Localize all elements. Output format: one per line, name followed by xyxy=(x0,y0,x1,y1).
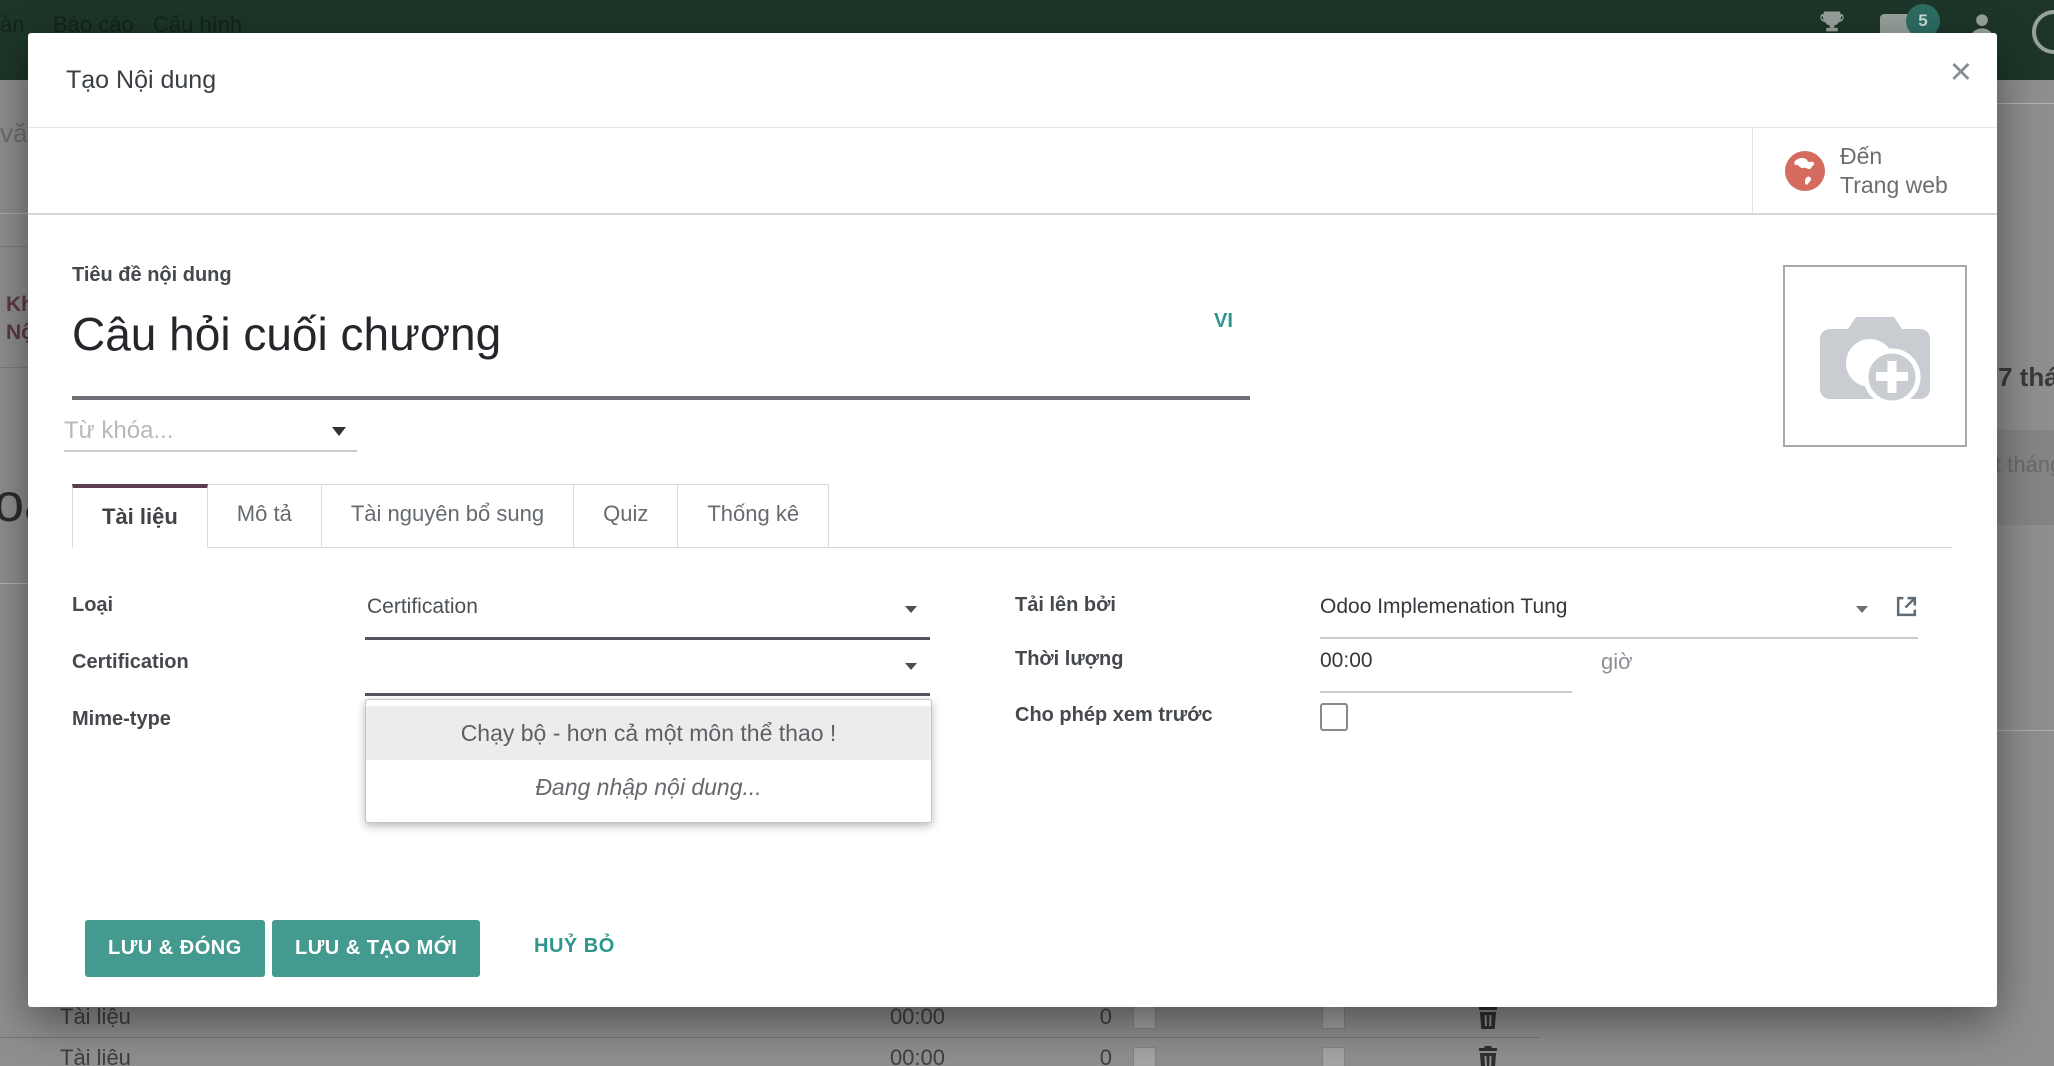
chevron-down-icon xyxy=(332,427,346,436)
type-select[interactable]: Certification xyxy=(367,595,478,619)
bg-date-partial: 7 thá xyxy=(1998,362,2054,393)
bg-divider xyxy=(0,246,28,247)
bg-divider xyxy=(0,367,28,368)
external-link-icon[interactable] xyxy=(1894,594,1919,624)
chevron-down-icon[interactable] xyxy=(905,663,917,670)
language-badge[interactable]: VI xyxy=(1214,310,1233,333)
table-row: Tài liệu 00:00 0 xyxy=(0,1037,1540,1066)
clock-icon xyxy=(2032,10,2054,54)
trash-icon xyxy=(1478,1005,1498,1034)
certification-underline xyxy=(365,693,930,696)
tab-quiz[interactable]: Quiz xyxy=(573,484,678,548)
title-input[interactable]: Câu hỏi cuối chương xyxy=(72,307,501,361)
bg-divider xyxy=(0,213,28,214)
statusbar-divider xyxy=(28,213,1997,215)
allow-preview-label: Cho phép xem trước xyxy=(1015,704,1213,727)
save-close-button[interactable]: LƯU & ĐÓNG xyxy=(85,920,265,977)
duration-input[interactable]: 00:00 xyxy=(1320,649,1373,673)
tab-tài-nguyên-bổ-sung[interactable]: Tài nguyên bổ sung xyxy=(321,484,574,548)
row-checkbox xyxy=(1133,1047,1156,1066)
chevron-down-icon[interactable] xyxy=(905,606,917,613)
globe-icon xyxy=(1785,151,1825,191)
close-icon[interactable]: ✕ xyxy=(1949,59,1973,88)
table-cell: 0 xyxy=(1050,1038,1112,1066)
tab-tài-liệu[interactable]: Tài liệu xyxy=(72,484,208,548)
title-label: Tiêu đề nội dung xyxy=(72,264,232,287)
duration-label: Thời lượng xyxy=(1015,648,1123,671)
notebook-tabs: Tài liệuMô tảTài nguyên bổ sungQuizThống… xyxy=(72,484,828,548)
title-underline xyxy=(72,396,1250,400)
save-new-button[interactable]: LƯU & TẠO MỚI xyxy=(272,920,480,977)
screen: àn Báo cáo Cấu hình 5 văn Kh Nộ oa 7 thá… xyxy=(0,0,2054,1066)
mime-type-label: Mime-type xyxy=(72,708,171,731)
header-divider xyxy=(28,127,1997,128)
uploaded-by-select[interactable]: Odoo Implemenation Tung xyxy=(1320,595,1568,619)
dropdown-option[interactable]: Đang nhập nội dung... xyxy=(366,760,931,814)
tags-underline xyxy=(64,450,357,452)
uploaded-by-underline xyxy=(1320,637,1918,639)
tab-mô-tả[interactable]: Mô tả xyxy=(207,484,322,548)
duration-underline xyxy=(1320,691,1572,693)
duration-unit: giờ xyxy=(1601,649,1633,675)
certification-dropdown: Chạy bộ - hơn cả một môn thể thao !Đang … xyxy=(365,699,932,823)
modal-title: Tạo Nội dung xyxy=(66,33,216,127)
image-upload-placeholder[interactable] xyxy=(1783,265,1967,447)
tab-thống-kê[interactable]: Thống kê xyxy=(677,484,829,548)
row-checkbox xyxy=(1322,1006,1345,1029)
row-checkbox xyxy=(1322,1047,1345,1066)
table-cell: 00:00 xyxy=(800,1038,945,1066)
go-to-website-label: Đến Trang web xyxy=(1840,142,1948,200)
cancel-button[interactable]: HUỶ BỎ xyxy=(528,934,621,959)
bg-subtext-partial: t tháng xyxy=(1995,452,2054,478)
trash-icon xyxy=(1478,1046,1498,1066)
allow-preview-checkbox[interactable] xyxy=(1320,703,1348,731)
dropdown-option[interactable]: Chạy bộ - hơn cả một môn thể thao ! xyxy=(366,706,931,760)
bg-divider xyxy=(0,583,28,584)
create-content-modal: Tạo Nội dung ✕ Đến Trang web Tiêu đề nội… xyxy=(28,33,1997,1007)
chevron-down-icon[interactable] xyxy=(1856,606,1868,613)
topbar-menu-partial: àn xyxy=(0,12,24,38)
tags-input[interactable]: Từ khóa... xyxy=(64,413,357,451)
table-cell: Tài liệu xyxy=(60,1038,131,1066)
tags-placeholder: Từ khóa... xyxy=(64,417,173,444)
certification-label: Certification xyxy=(72,651,189,674)
uploaded-by-label: Tải lên bởi xyxy=(1015,594,1116,617)
bg-divider xyxy=(1997,730,2054,731)
camera-icon xyxy=(1810,301,1940,411)
type-label: Loại xyxy=(72,594,113,617)
bg-divider xyxy=(1997,103,2054,104)
go-to-website-button[interactable]: Đến Trang web xyxy=(1752,128,1997,213)
row-checkbox xyxy=(1133,1006,1156,1029)
type-underline xyxy=(365,637,930,640)
